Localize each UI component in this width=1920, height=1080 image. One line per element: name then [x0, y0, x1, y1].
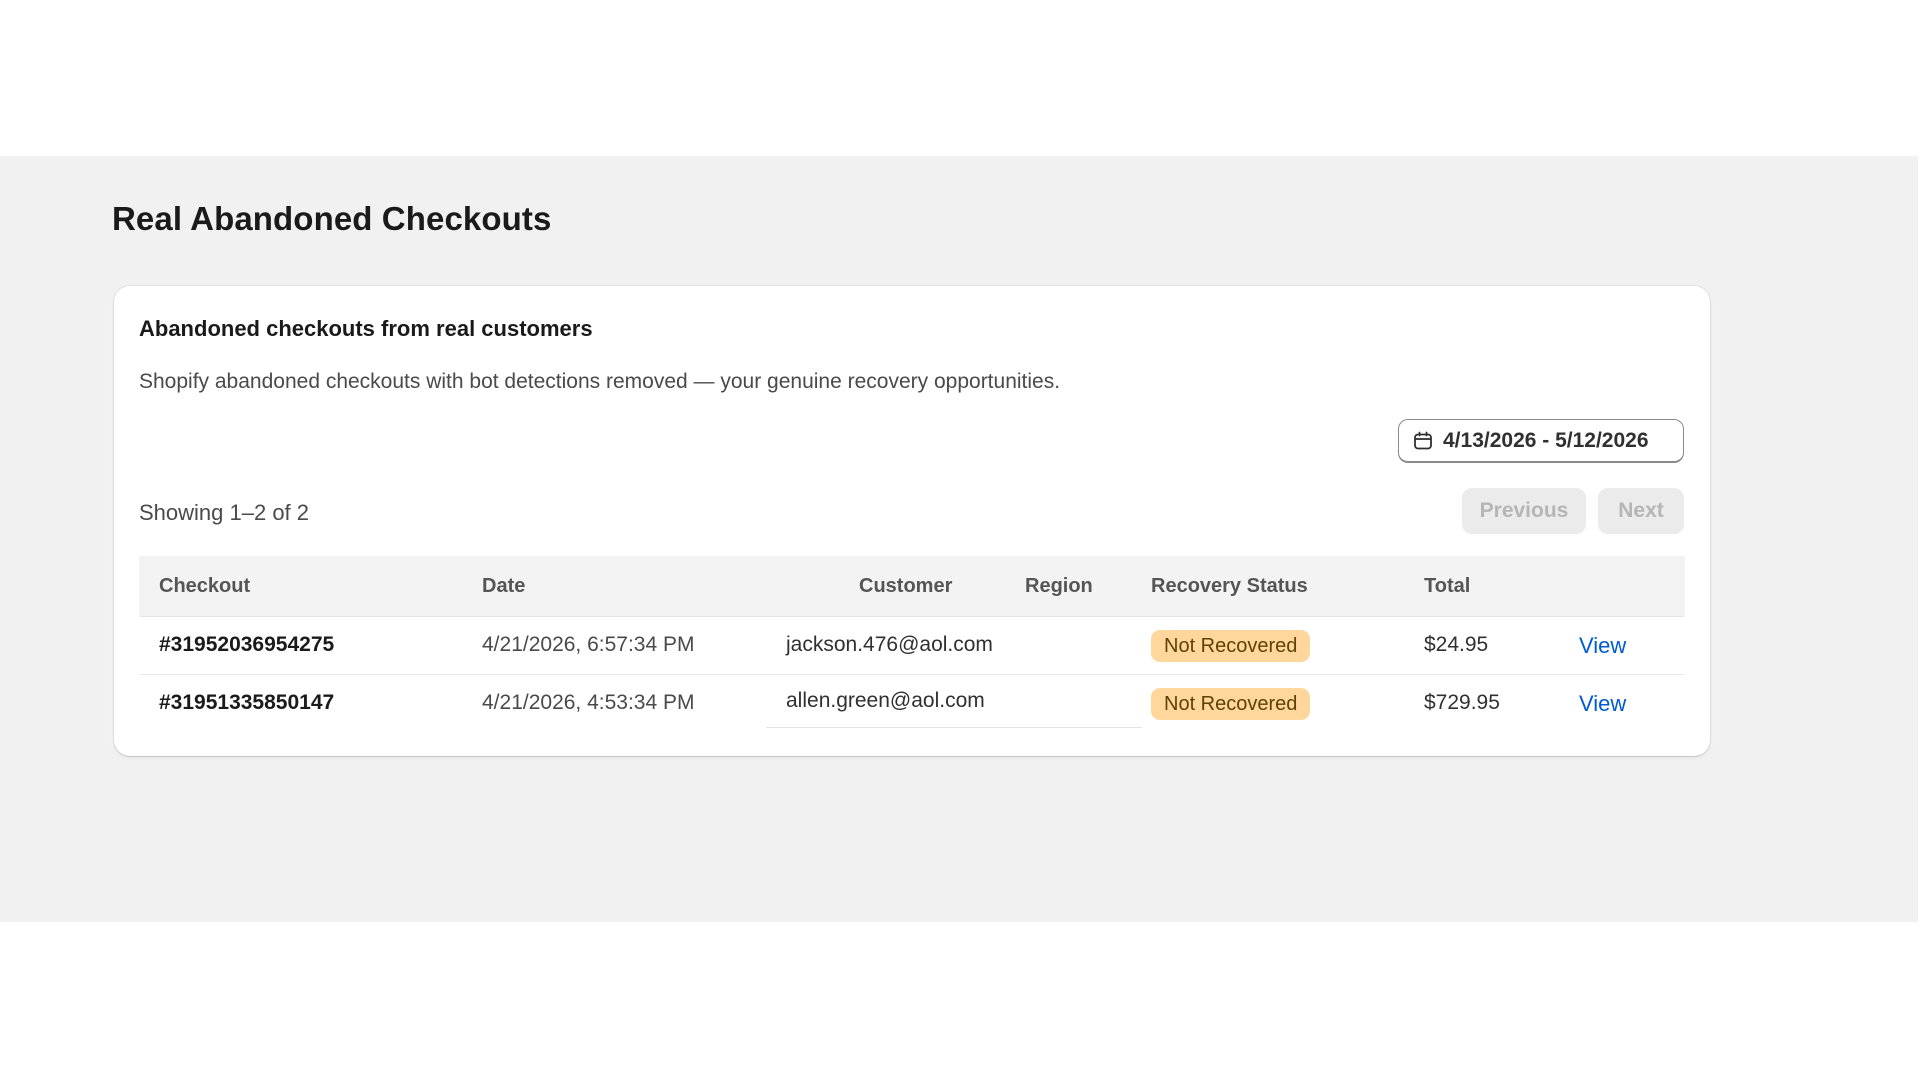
view-link[interactable]: View	[1579, 633, 1626, 659]
checkout-id: #31951335850147	[159, 691, 335, 714]
header-date[interactable]: Date	[482, 575, 525, 598]
pagination-summary: Showing 1–2 of 2	[139, 500, 310, 525]
total-amount: $24.95	[1424, 633, 1489, 656]
abandoned-checkouts-card: Abandoned checkouts from real customers …	[114, 286, 1710, 756]
customer-email: jackson.476@aol.com	[786, 633, 993, 656]
date-range-label: 4/13/2026 - 5/12/2026	[1443, 428, 1649, 452]
checkout-date: 4/21/2026, 4:53:34 PM	[482, 691, 695, 714]
customer-cell-divider	[766, 727, 1142, 728]
header-checkout[interactable]: Checkout	[159, 575, 250, 598]
header-recovery-status[interactable]: Recovery Status	[1151, 575, 1308, 598]
next-button[interactable]: Next	[1598, 488, 1684, 534]
checkout-date: 4/21/2026, 6:57:34 PM	[482, 633, 695, 656]
status-badge: Not Recovered	[1151, 688, 1311, 720]
page-title: Real Abandoned Checkouts	[112, 200, 552, 237]
header-customer[interactable]: Customer	[859, 575, 952, 598]
view-link[interactable]: View	[1579, 691, 1626, 717]
table-header: Checkout Date Customer Region Recovery S…	[139, 556, 1685, 617]
table-row: #31951335850147 4/21/2026, 4:53:34 PM al…	[139, 675, 1685, 732]
checkout-id: #31952036954275	[159, 633, 335, 656]
date-range-picker[interactable]: 4/13/2026 - 5/12/2026	[1398, 419, 1684, 463]
checkouts-table: Checkout Date Customer Region Recovery S…	[139, 556, 1685, 732]
status-badge: Not Recovered	[1151, 630, 1311, 662]
calendar-icon	[1413, 431, 1433, 451]
card-description: Shopify abandoned checkouts with bot det…	[139, 370, 1061, 393]
table-row: #31952036954275 4/21/2026, 6:57:34 PM ja…	[139, 617, 1685, 675]
header-region[interactable]: Region	[1025, 575, 1093, 598]
card-heading: Abandoned checkouts from real customers	[139, 316, 593, 341]
header-total[interactable]: Total	[1424, 575, 1470, 598]
customer-email: allen.green@aol.com	[786, 689, 985, 712]
total-amount: $729.95	[1424, 691, 1500, 714]
previous-button[interactable]: Previous	[1462, 488, 1586, 534]
